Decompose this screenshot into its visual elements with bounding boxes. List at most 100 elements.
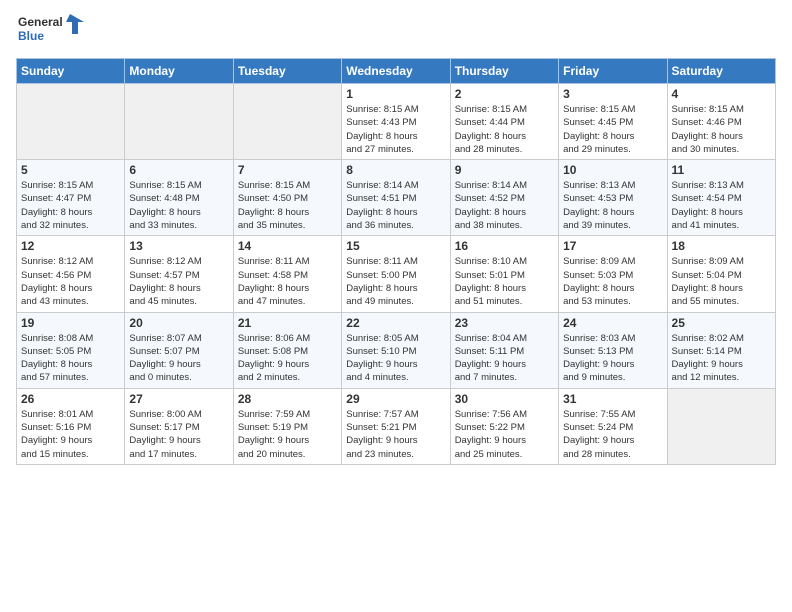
calendar-cell: 7Sunrise: 8:15 AM Sunset: 4:50 PM Daylig… — [233, 160, 341, 236]
day-number: 5 — [21, 163, 120, 177]
day-info: Sunrise: 8:01 AM Sunset: 5:16 PM Dayligh… — [21, 408, 120, 461]
day-info: Sunrise: 7:59 AM Sunset: 5:19 PM Dayligh… — [238, 408, 337, 461]
day-number: 15 — [346, 239, 445, 253]
day-number: 16 — [455, 239, 554, 253]
logo-svg: General Blue — [16, 10, 86, 52]
calendar-week-row: 26 Sunrise: 8:01 AM Sunset: 5:16 PM Dayli… — [17, 388, 776, 464]
day-number: 27 — [129, 392, 228, 406]
day-info: Sunrise: 8:08 AM Sunset: 5:05 PM Dayligh… — [21, 332, 120, 385]
day-info: Sunrise: 8:02 AM Sunset: 5:14 PM Dayligh… — [672, 332, 771, 385]
weekday-header: Thursday — [450, 59, 558, 84]
day-info: Sunrise: 8:00 AM Sunset: 5:17 PM Dayligh… — [129, 408, 228, 461]
day-number: 2 — [455, 87, 554, 101]
day-number: 1 — [346, 87, 445, 101]
day-number: 22 — [346, 316, 445, 330]
calendar-cell: 22 Sunrise: 8:05 AM Sunset: 5:10 PM Dayli… — [342, 312, 450, 388]
day-number: 6 — [129, 163, 228, 177]
day-info: Sunrise: 8:15 AM Sunset: 4:46 PM Dayligh… — [672, 103, 771, 156]
day-info: Sunrise: 8:09 AM Sunset: 5:03 PM Dayligh… — [563, 255, 662, 308]
day-number: 28 — [238, 392, 337, 406]
calendar-week-row: 5Sunrise: 8:15 AM Sunset: 4:47 PM Daylig… — [17, 160, 776, 236]
day-number: 14 — [238, 239, 337, 253]
weekday-header: Saturday — [667, 59, 775, 84]
calendar-cell: 1Sunrise: 8:15 AM Sunset: 4:43 PM Daylig… — [342, 84, 450, 160]
day-number: 25 — [672, 316, 771, 330]
calendar-week-row: 1Sunrise: 8:15 AM Sunset: 4:43 PM Daylig… — [17, 84, 776, 160]
calendar-cell: 24Sunrise: 8:03 AM Sunset: 5:13 PM Dayli… — [559, 312, 667, 388]
calendar-cell: 18 Sunrise: 8:09 AM Sunset: 5:04 PM Dayli… — [667, 236, 775, 312]
day-info: Sunrise: 8:05 AM Sunset: 5:10 PM Dayligh… — [346, 332, 445, 385]
weekday-header-row: SundayMondayTuesdayWednesdayThursdayFrid… — [17, 59, 776, 84]
calendar-cell: 11Sunrise: 8:13 AM Sunset: 4:54 PM Dayli… — [667, 160, 775, 236]
calendar-cell: 10Sunrise: 8:13 AM Sunset: 4:53 PM Dayli… — [559, 160, 667, 236]
calendar-cell: 9Sunrise: 8:14 AM Sunset: 4:52 PM Daylig… — [450, 160, 558, 236]
calendar-cell: 4 Sunrise: 8:15 AM Sunset: 4:46 PM Daylig… — [667, 84, 775, 160]
calendar-cell — [125, 84, 233, 160]
calendar-cell: 6 Sunrise: 8:15 AM Sunset: 4:48 PM Daylig… — [125, 160, 233, 236]
calendar-cell: 28 Sunrise: 7:59 AM Sunset: 5:19 PM Dayli… — [233, 388, 341, 464]
day-info: Sunrise: 8:07 AM Sunset: 5:07 PM Dayligh… — [129, 332, 228, 385]
day-info: Sunrise: 8:12 AM Sunset: 4:56 PM Dayligh… — [21, 255, 120, 308]
day-number: 18 — [672, 239, 771, 253]
calendar-cell: 12 Sunrise: 8:12 AM Sunset: 4:56 PM Dayli… — [17, 236, 125, 312]
weekday-header: Monday — [125, 59, 233, 84]
calendar-cell: 27 Sunrise: 8:00 AM Sunset: 5:17 PM Dayli… — [125, 388, 233, 464]
day-number: 21 — [238, 316, 337, 330]
calendar-week-row: 19 Sunrise: 8:08 AM Sunset: 5:05 PM Dayli… — [17, 312, 776, 388]
day-info: Sunrise: 8:06 AM Sunset: 5:08 PM Dayligh… — [238, 332, 337, 385]
svg-text:Blue: Blue — [18, 29, 44, 43]
weekday-header: Friday — [559, 59, 667, 84]
day-number: 12 — [21, 239, 120, 253]
weekday-header: Tuesday — [233, 59, 341, 84]
calendar-cell: 20 Sunrise: 8:07 AM Sunset: 5:07 PM Dayli… — [125, 312, 233, 388]
calendar-week-row: 12 Sunrise: 8:12 AM Sunset: 4:56 PM Dayli… — [17, 236, 776, 312]
day-number: 30 — [455, 392, 554, 406]
day-info: Sunrise: 8:13 AM Sunset: 4:53 PM Dayligh… — [563, 179, 662, 232]
day-number: 26 — [21, 392, 120, 406]
calendar-cell: 21 Sunrise: 8:06 AM Sunset: 5:08 PM Dayli… — [233, 312, 341, 388]
day-info: Sunrise: 8:15 AM Sunset: 4:45 PM Dayligh… — [563, 103, 662, 156]
page: General Blue SundayMondayTuesdayWednesda… — [0, 0, 792, 612]
calendar-cell: 31 Sunrise: 7:55 AM Sunset: 5:24 PM Dayli… — [559, 388, 667, 464]
calendar-cell: 5Sunrise: 8:15 AM Sunset: 4:47 PM Daylig… — [17, 160, 125, 236]
day-number: 17 — [563, 239, 662, 253]
calendar-cell: 3 Sunrise: 8:15 AM Sunset: 4:45 PM Daylig… — [559, 84, 667, 160]
day-info: Sunrise: 8:15 AM Sunset: 4:44 PM Dayligh… — [455, 103, 554, 156]
header: General Blue — [16, 10, 776, 52]
day-info: Sunrise: 8:04 AM Sunset: 5:11 PM Dayligh… — [455, 332, 554, 385]
weekday-header: Sunday — [17, 59, 125, 84]
calendar-cell: 25 Sunrise: 8:02 AM Sunset: 5:14 PM Dayli… — [667, 312, 775, 388]
day-info: Sunrise: 8:14 AM Sunset: 4:51 PM Dayligh… — [346, 179, 445, 232]
day-info: Sunrise: 7:57 AM Sunset: 5:21 PM Dayligh… — [346, 408, 445, 461]
calendar-cell — [233, 84, 341, 160]
day-info: Sunrise: 8:11 AM Sunset: 5:00 PM Dayligh… — [346, 255, 445, 308]
calendar-cell: 15 Sunrise: 8:11 AM Sunset: 5:00 PM Dayli… — [342, 236, 450, 312]
calendar-cell: 17 Sunrise: 8:09 AM Sunset: 5:03 PM Dayli… — [559, 236, 667, 312]
day-number: 24 — [563, 316, 662, 330]
calendar-cell — [17, 84, 125, 160]
calendar-cell: 30 Sunrise: 7:56 AM Sunset: 5:22 PM Dayli… — [450, 388, 558, 464]
calendar-cell: 2 Sunrise: 8:15 AM Sunset: 4:44 PM Daylig… — [450, 84, 558, 160]
day-number: 9 — [455, 163, 554, 177]
calendar-cell: 14 Sunrise: 8:11 AM Sunset: 4:58 PM Dayli… — [233, 236, 341, 312]
calendar-cell: 16 Sunrise: 8:10 AM Sunset: 5:01 PM Dayli… — [450, 236, 558, 312]
day-info: Sunrise: 8:15 AM Sunset: 4:48 PM Dayligh… — [129, 179, 228, 232]
day-info: Sunrise: 8:11 AM Sunset: 4:58 PM Dayligh… — [238, 255, 337, 308]
day-info: Sunrise: 8:13 AM Sunset: 4:54 PM Dayligh… — [672, 179, 771, 232]
day-info: Sunrise: 7:55 AM Sunset: 5:24 PM Dayligh… — [563, 408, 662, 461]
day-number: 3 — [563, 87, 662, 101]
day-number: 20 — [129, 316, 228, 330]
day-number: 31 — [563, 392, 662, 406]
day-number: 8 — [346, 163, 445, 177]
weekday-header: Wednesday — [342, 59, 450, 84]
day-number: 29 — [346, 392, 445, 406]
day-info: Sunrise: 8:09 AM Sunset: 5:04 PM Dayligh… — [672, 255, 771, 308]
day-number: 19 — [21, 316, 120, 330]
logo: General Blue — [16, 10, 86, 52]
day-number: 7 — [238, 163, 337, 177]
calendar-cell: 19 Sunrise: 8:08 AM Sunset: 5:05 PM Dayli… — [17, 312, 125, 388]
day-info: Sunrise: 7:56 AM Sunset: 5:22 PM Dayligh… — [455, 408, 554, 461]
day-number: 23 — [455, 316, 554, 330]
day-info: Sunrise: 8:10 AM Sunset: 5:01 PM Dayligh… — [455, 255, 554, 308]
day-number: 4 — [672, 87, 771, 101]
